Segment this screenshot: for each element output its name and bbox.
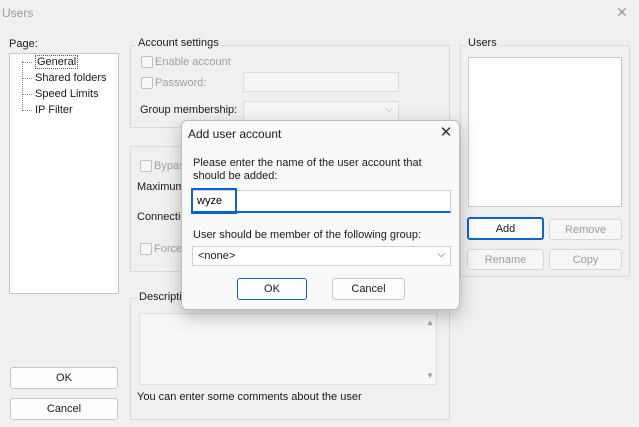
tree-dots — [22, 77, 32, 79]
add-user-dialog: Add user account ✕ Please enter the name… — [181, 120, 460, 310]
main-ok-button[interactable]: OK — [10, 367, 118, 389]
remove-user-button[interactable]: Remove — [549, 219, 622, 240]
tree-item-ip-filter[interactable]: IP Filter — [10, 104, 73, 116]
tree-dots — [22, 61, 32, 63]
group-membership-label: Group membership: — [140, 104, 238, 116]
description-textarea[interactable]: ▲ ▼ — [139, 313, 437, 385]
scroll-up-icon[interactable]: ▲ — [426, 318, 434, 327]
username-input-highlight — [191, 188, 237, 214]
dialog-group-select[interactable]: <none> ⌵ — [192, 246, 451, 266]
force-checkbox[interactable] — [140, 243, 152, 255]
account-settings-label: Account settings — [136, 37, 221, 49]
copy-user-button[interactable]: Copy — [549, 249, 622, 270]
tree-item-general[interactable]: General — [10, 55, 79, 69]
dialog-group-label: User should be member of the following g… — [193, 229, 422, 241]
tree-item-shared-folders[interactable]: Shared folders — [10, 72, 107, 84]
enable-account-label: Enable account — [155, 56, 231, 68]
dialog-prompt: Please enter the name of the user accoun… — [193, 157, 422, 182]
bypass-checkbox[interactable] — [140, 160, 152, 172]
add-user-button[interactable]: Add — [467, 217, 544, 240]
window-close-icon[interactable]: ✕ — [612, 3, 632, 21]
dialog-title: Add user account — [188, 127, 282, 141]
chevron-down-icon: ⌵ — [437, 249, 445, 260]
password-checkbox[interactable] — [141, 77, 153, 89]
main-cancel-button[interactable]: Cancel — [10, 398, 118, 420]
chevron-down-icon: ⌵ — [385, 104, 393, 115]
tree-dots — [22, 93, 32, 95]
window-title: Users — [2, 6, 34, 20]
password-input[interactable] — [243, 72, 399, 92]
enable-account-checkbox[interactable] — [141, 56, 153, 68]
page-panel-label: Page: — [9, 38, 38, 50]
users-listbox[interactable] — [468, 57, 622, 207]
tree-item-speed-limits[interactable]: Speed Limits — [10, 88, 99, 100]
bypass-label: Bypas — [154, 160, 185, 172]
scroll-down-icon[interactable]: ▼ — [426, 371, 434, 380]
dialog-group-value: <none> — [198, 250, 236, 262]
force-label: Force — [154, 243, 183, 255]
dialog-cancel-button[interactable]: Cancel — [332, 278, 405, 300]
page-tree[interactable]: General Shared folders Speed Limits IP F… — [9, 53, 119, 294]
users-label: Users — [466, 37, 499, 49]
maximum-label: Maximum — [137, 181, 185, 193]
rename-user-button[interactable]: Rename — [467, 249, 544, 270]
dialog-ok-button[interactable]: OK — [237, 278, 307, 300]
password-label: Password: — [155, 77, 207, 89]
dialog-close-icon[interactable]: ✕ — [436, 123, 456, 143]
group-membership-select[interactable]: ⌵ — [243, 101, 399, 121]
connection-label: Connectio — [137, 211, 187, 223]
description-hint: You can enter some comments about the us… — [137, 391, 362, 403]
tree-dots — [22, 109, 32, 111]
